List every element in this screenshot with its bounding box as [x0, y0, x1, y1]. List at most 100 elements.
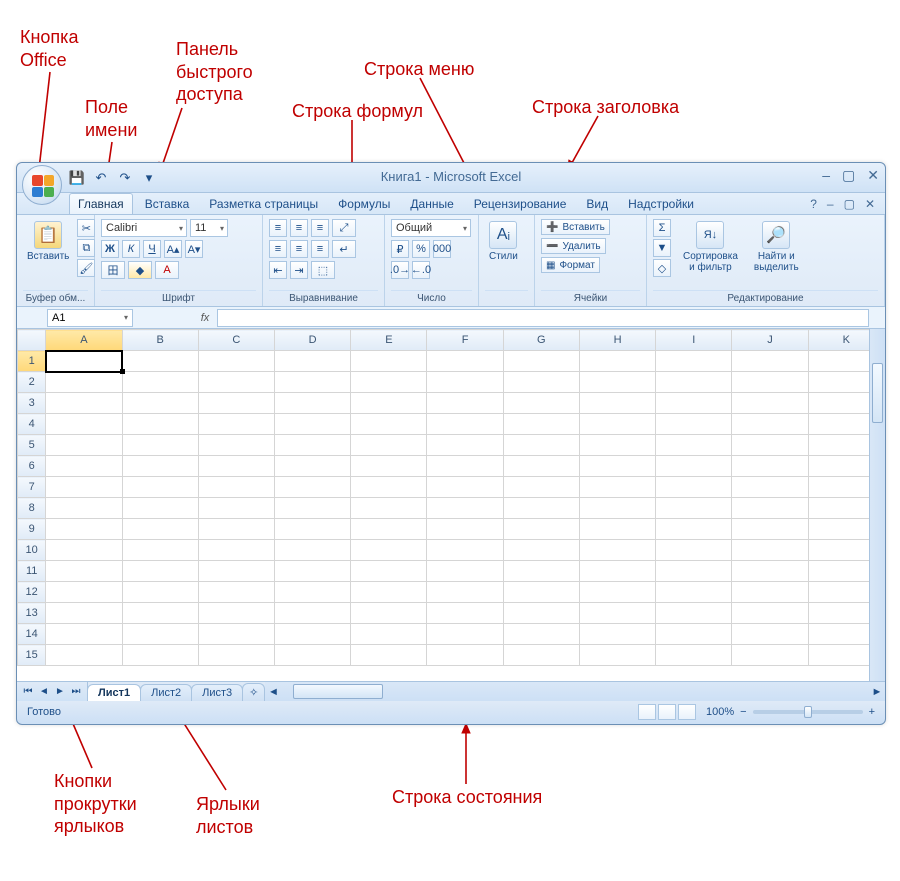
- cell[interactable]: [351, 645, 427, 666]
- zoom-in-icon[interactable]: +: [869, 706, 875, 718]
- cell[interactable]: [579, 477, 655, 498]
- cell[interactable]: [46, 456, 122, 477]
- cell[interactable]: [427, 435, 503, 456]
- row-header[interactable]: 7: [18, 477, 46, 498]
- tab-data[interactable]: Данные: [402, 194, 461, 214]
- formula-input[interactable]: [217, 309, 869, 327]
- align-center-icon[interactable]: ≡: [290, 240, 308, 258]
- cell[interactable]: [503, 561, 579, 582]
- cell[interactable]: [198, 435, 274, 456]
- cell[interactable]: [427, 372, 503, 393]
- cell[interactable]: [427, 561, 503, 582]
- cell[interactable]: [351, 351, 427, 372]
- cell[interactable]: [198, 498, 274, 519]
- row-header[interactable]: 4: [18, 414, 46, 435]
- increase-font-icon[interactable]: A▴: [164, 240, 182, 258]
- cell[interactable]: [198, 603, 274, 624]
- cell[interactable]: [122, 498, 198, 519]
- cell[interactable]: [46, 414, 122, 435]
- cell[interactable]: [198, 456, 274, 477]
- column-header[interactable]: C: [198, 330, 274, 351]
- vertical-scroll-thumb[interactable]: [872, 363, 883, 423]
- tab-formulas[interactable]: Формулы: [330, 194, 398, 214]
- cell[interactable]: [503, 519, 579, 540]
- font-name-combo[interactable]: Calibri: [101, 219, 187, 237]
- cell[interactable]: [656, 603, 732, 624]
- autosum-icon[interactable]: Σ: [653, 219, 671, 237]
- cell[interactable]: [732, 519, 808, 540]
- cell[interactable]: [656, 435, 732, 456]
- column-header[interactable]: J: [732, 330, 808, 351]
- zoom-out-icon[interactable]: −: [740, 706, 746, 718]
- fx-icon[interactable]: fx: [193, 312, 217, 324]
- cell[interactable]: [351, 372, 427, 393]
- hscroll-right-icon[interactable]: ►: [869, 686, 885, 698]
- cell[interactable]: [732, 351, 808, 372]
- cell[interactable]: [122, 519, 198, 540]
- cell[interactable]: [503, 624, 579, 645]
- decrease-decimal-icon[interactable]: ←.0: [412, 261, 430, 279]
- view-layout-icon[interactable]: [658, 704, 676, 720]
- cell[interactable]: [46, 519, 122, 540]
- maximize-icon[interactable]: ▢: [842, 167, 855, 184]
- cell[interactable]: [198, 414, 274, 435]
- cell[interactable]: [503, 540, 579, 561]
- cell[interactable]: [656, 498, 732, 519]
- cell[interactable]: [351, 477, 427, 498]
- cell[interactable]: [351, 603, 427, 624]
- cell[interactable]: [351, 414, 427, 435]
- tab-home[interactable]: Главная: [69, 193, 133, 214]
- cell[interactable]: [122, 393, 198, 414]
- cell[interactable]: [732, 393, 808, 414]
- cell[interactable]: [579, 393, 655, 414]
- cell[interactable]: [427, 603, 503, 624]
- align-middle-icon[interactable]: ≡: [290, 219, 308, 237]
- row-header[interactable]: 12: [18, 582, 46, 603]
- cell[interactable]: [122, 561, 198, 582]
- paste-button[interactable]: 📋 Вставить: [23, 219, 73, 264]
- cell[interactable]: [122, 435, 198, 456]
- cell[interactable]: [351, 624, 427, 645]
- cell[interactable]: [122, 582, 198, 603]
- cell[interactable]: [198, 477, 274, 498]
- office-button[interactable]: [22, 165, 62, 205]
- sheet-tab-1[interactable]: Лист1: [87, 684, 141, 701]
- cell[interactable]: [427, 477, 503, 498]
- sheet-tab-3[interactable]: Лист3: [191, 684, 243, 701]
- cell[interactable]: [427, 393, 503, 414]
- column-header[interactable]: B: [122, 330, 198, 351]
- active-cell[interactable]: [46, 351, 122, 372]
- column-header[interactable]: E: [351, 330, 427, 351]
- cell[interactable]: [732, 645, 808, 666]
- row-header[interactable]: 13: [18, 603, 46, 624]
- cell[interactable]: [122, 603, 198, 624]
- row-header[interactable]: 8: [18, 498, 46, 519]
- cell[interactable]: [503, 645, 579, 666]
- cell[interactable]: [122, 456, 198, 477]
- cell[interactable]: [46, 435, 122, 456]
- cell[interactable]: [732, 582, 808, 603]
- row-header[interactable]: 2: [18, 372, 46, 393]
- wrap-text-icon[interactable]: ↵: [332, 240, 356, 258]
- cell[interactable]: [275, 582, 351, 603]
- cell[interactable]: [275, 645, 351, 666]
- comma-icon[interactable]: 000: [433, 240, 451, 258]
- cell[interactable]: [656, 624, 732, 645]
- cell[interactable]: [427, 645, 503, 666]
- close-icon[interactable]: ✕: [867, 167, 879, 184]
- cell[interactable]: [503, 456, 579, 477]
- increase-decimal-icon[interactable]: .0→: [391, 261, 409, 279]
- cell[interactable]: [656, 414, 732, 435]
- row-header[interactable]: 1: [18, 351, 46, 372]
- cell[interactable]: [503, 477, 579, 498]
- cell[interactable]: [275, 351, 351, 372]
- tab-review[interactable]: Рецензирование: [466, 194, 575, 214]
- row-header[interactable]: 9: [18, 519, 46, 540]
- cell[interactable]: [198, 624, 274, 645]
- delete-cells-button[interactable]: ➖Удалить: [541, 238, 606, 254]
- cell[interactable]: [503, 414, 579, 435]
- find-select-button[interactable]: 🔎 Найти и выделить: [750, 219, 803, 275]
- fill-color-icon[interactable]: ◆: [128, 261, 152, 279]
- cell[interactable]: [427, 351, 503, 372]
- align-top-icon[interactable]: ≡: [269, 219, 287, 237]
